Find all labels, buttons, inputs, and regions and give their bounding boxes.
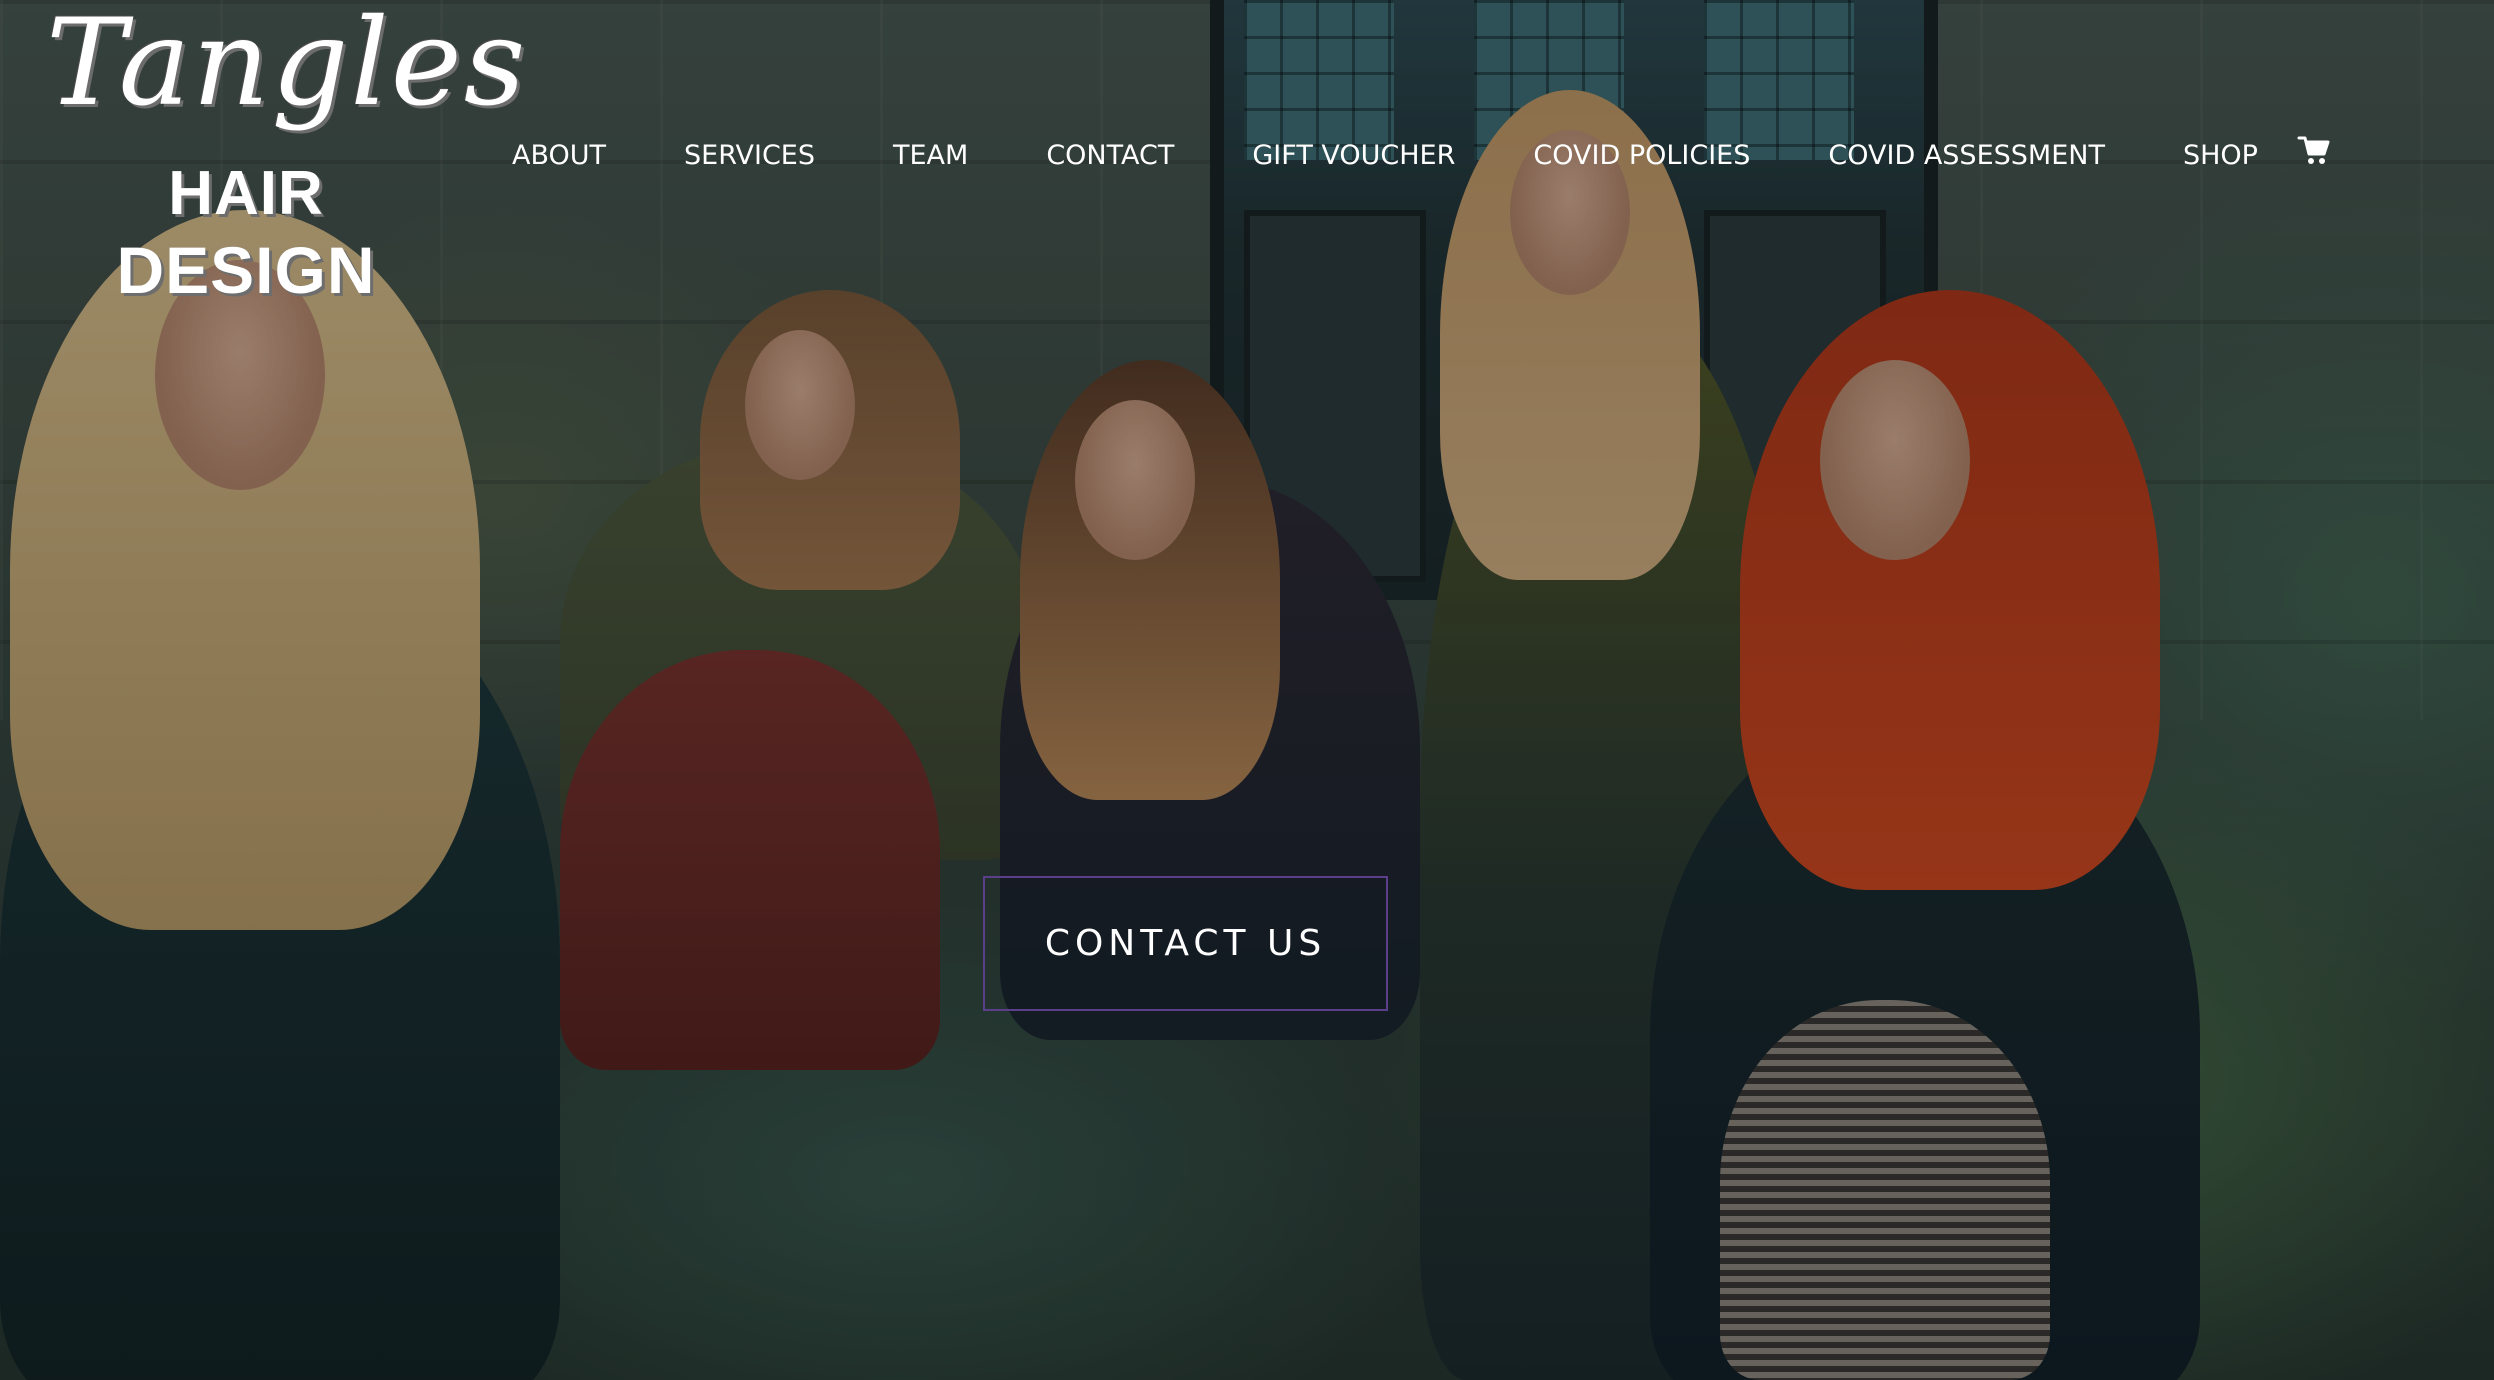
site-logo[interactable]: Tangles HAIR DESIGN xyxy=(46,0,528,310)
nav-item-covid-policies[interactable]: COVID POLICIES xyxy=(1533,140,1750,171)
nav-item-shop[interactable]: SHOP xyxy=(2183,140,2258,171)
nav-item-services[interactable]: SERVICES xyxy=(684,140,815,171)
contact-us-label: CONTACT US xyxy=(1044,923,1327,964)
logo-script-text: Tangles xyxy=(46,0,528,133)
nav-item-team[interactable]: TEAM xyxy=(893,140,968,171)
logo-line-design: DESIGN xyxy=(116,233,376,307)
shopping-cart-icon-svg xyxy=(2297,136,2330,164)
logo-line-hair: HAIR xyxy=(168,159,324,228)
nav-item-gift-voucher[interactable]: GIFT VOUCHER xyxy=(1252,140,1455,171)
nav-item-covid-assessment[interactable]: COVID ASSESSMENT xyxy=(1828,140,2105,171)
main-navigation: ABOUT SERVICES TEAM CONTACT GIFT VOUCHER… xyxy=(478,130,2258,180)
nav-item-about[interactable]: ABOUT xyxy=(512,140,606,171)
contact-us-button[interactable]: CONTACT US xyxy=(983,876,1388,1011)
shopping-cart-icon[interactable] xyxy=(2297,133,2331,167)
nav-item-contact[interactable]: CONTACT xyxy=(1046,140,1174,171)
